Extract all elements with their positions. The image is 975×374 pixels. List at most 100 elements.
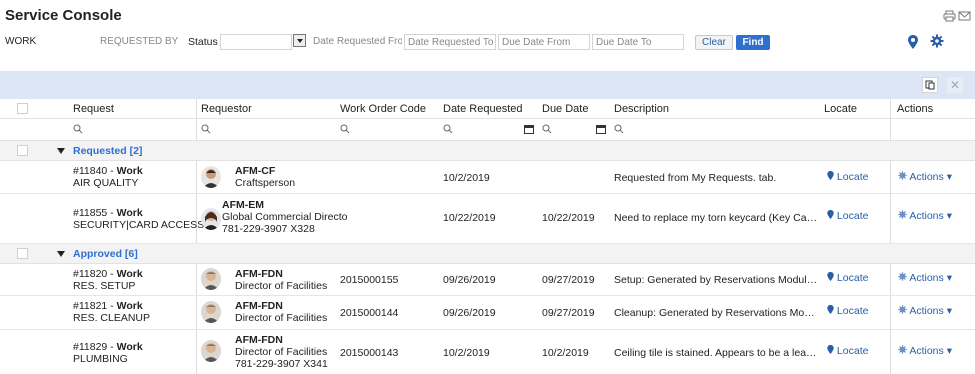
requestor-phone: 781-229-3907 X328 xyxy=(222,223,315,235)
table-row[interactable]: #11840 - Work AIR QUALITY AFM-CF Craftsp… xyxy=(0,161,975,194)
date-requested-to-input[interactable]: Date Requested To xyxy=(404,34,496,50)
request-type: Work xyxy=(116,341,143,353)
avatar xyxy=(201,340,221,362)
grid-toolbar: ✕ xyxy=(0,71,975,99)
column-header-work-order-code[interactable]: Work Order Code xyxy=(340,99,426,119)
group-checkbox[interactable] xyxy=(17,145,28,156)
table-row[interactable]: #11829 - Work PLUMBING AFM-FDN Director … xyxy=(0,330,975,374)
search-icon[interactable] xyxy=(201,124,211,134)
requestor-role: Global Commercial Directo xyxy=(222,211,348,223)
calendar-icon[interactable] xyxy=(596,125,606,134)
due-date-cell: 09/27/2019 xyxy=(542,274,595,286)
search-icon[interactable] xyxy=(340,124,350,134)
locate-link[interactable]: Locate xyxy=(827,305,868,317)
request-cell: #11855 - Work SECURITY|CARD ACCESS xyxy=(73,207,205,231)
request-number[interactable]: #11820 xyxy=(73,268,107,280)
avatar xyxy=(201,208,221,230)
status-dropdown-button[interactable] xyxy=(293,34,306,47)
search-icon[interactable] xyxy=(542,124,552,134)
select-all-checkbox[interactable] xyxy=(17,103,28,114)
work-order-code-cell: 2015000143 xyxy=(340,347,399,359)
header-actions xyxy=(943,10,971,22)
search-icon[interactable] xyxy=(443,124,453,134)
description-cell: Requested from My Requests. tab. xyxy=(614,172,777,184)
request-cell: #11840 - Work AIR QUALITY xyxy=(73,165,143,189)
collapse-triangle-icon[interactable] xyxy=(57,148,65,154)
group-label[interactable]: Approved [6] xyxy=(73,248,138,260)
description-cell: Setup: Generated by Reservations Module.… xyxy=(614,274,819,286)
work-filter-input[interactable]: WORK xyxy=(5,34,93,50)
actions-menu[interactable]: Actions ▾ xyxy=(898,305,952,317)
column-header-request[interactable]: Request xyxy=(73,99,114,119)
collapse-triangle-icon[interactable] xyxy=(57,251,65,257)
date-requested-cell: 10/2/2019 xyxy=(443,172,490,184)
requested-by-input[interactable]: REQUESTED BY xyxy=(97,34,182,50)
table-row[interactable]: #11855 - Work SECURITY|CARD ACCESS AFM-E… xyxy=(0,194,975,244)
request-cell: #11820 - Work RES. SETUP xyxy=(73,268,143,292)
search-icon[interactable] xyxy=(73,124,83,134)
requestor-cell: AFM-FDN Director of Facilities xyxy=(235,268,327,292)
request-number[interactable]: #11840 xyxy=(73,165,107,177)
description-cell: Ceiling tile is stained. Appears to be a… xyxy=(614,347,819,359)
due-date-cell: 09/27/2019 xyxy=(542,307,595,319)
request-number[interactable]: #11855 xyxy=(73,207,107,219)
locate-link[interactable]: Locate xyxy=(827,210,868,222)
avatar xyxy=(201,301,221,323)
find-button[interactable]: Find xyxy=(736,35,770,50)
actions-menu[interactable]: Actions ▾ xyxy=(898,272,952,284)
requestor-role: Director of Facilities xyxy=(235,280,328,292)
status-select[interactable] xyxy=(220,34,292,50)
page-title: Service Console xyxy=(5,7,122,24)
requestor-cell: AFM-EM Global Commercial Directo 781-229… xyxy=(222,199,347,235)
request-number[interactable]: #11829 xyxy=(73,341,107,353)
actions-menu[interactable]: Actions ▾ xyxy=(898,345,952,357)
email-icon[interactable] xyxy=(958,10,971,22)
group-header-requested[interactable]: Requested [2] xyxy=(0,141,975,161)
column-header-row: Request Requestor Work Order Code Date R… xyxy=(0,99,975,119)
column-header-due-date[interactable]: Due Date xyxy=(542,99,588,119)
date-requested-cell: 10/2/2019 xyxy=(443,347,490,359)
requestor-cell: AFM-FDN Director of Facilities xyxy=(235,300,327,324)
requestor-cell: AFM-CF Craftsperson xyxy=(235,165,295,189)
gear-icon[interactable] xyxy=(930,34,944,51)
column-header-requestor[interactable]: Requestor xyxy=(201,99,252,119)
group-label[interactable]: Requested [2] xyxy=(73,145,142,157)
group-checkbox[interactable] xyxy=(17,248,28,259)
due-date-from-input[interactable]: Due Date From xyxy=(498,34,590,50)
date-requested-cell: 10/22/2019 xyxy=(443,212,496,224)
export-button[interactable] xyxy=(922,77,938,93)
request-type: Work xyxy=(116,207,143,219)
date-requested-from-input[interactable]: Date Requested Fror xyxy=(310,34,402,50)
request-category: PLUMBING xyxy=(73,353,128,365)
work-order-code-cell: 2015000155 xyxy=(340,274,399,286)
print-icon[interactable] xyxy=(943,10,956,22)
requestor-code: AFM-EM xyxy=(222,199,264,211)
actions-menu[interactable]: Actions ▾ xyxy=(898,171,952,183)
requestor-role: Director of Facilities xyxy=(235,312,328,324)
search-icon[interactable] xyxy=(614,124,624,134)
map-pin-icon[interactable] xyxy=(908,35,918,52)
table-row[interactable]: #11820 - Work RES. SETUP AFM-FDN Directo… xyxy=(0,264,975,296)
column-header-locate[interactable]: Locate xyxy=(824,99,857,119)
locate-link[interactable]: Locate xyxy=(827,171,868,183)
requestor-code: AFM-CF xyxy=(235,165,276,177)
request-type: Work xyxy=(116,300,143,312)
requestor-code: AFM-FDN xyxy=(235,334,283,346)
group-header-approved[interactable]: Approved [6] xyxy=(0,244,975,264)
calendar-icon[interactable] xyxy=(524,125,534,134)
column-header-actions[interactable]: Actions xyxy=(897,99,933,119)
close-icon[interactable]: ✕ xyxy=(947,77,963,93)
requestor-role: Director of Facilities xyxy=(235,346,328,358)
column-header-description[interactable]: Description xyxy=(614,99,669,119)
request-type: Work xyxy=(116,268,143,280)
due-date-to-input[interactable]: Due Date To xyxy=(592,34,684,50)
request-category: RES. SETUP xyxy=(73,280,136,292)
locate-link[interactable]: Locate xyxy=(827,272,868,284)
request-number[interactable]: #11821 xyxy=(73,300,107,312)
locate-link[interactable]: Locate xyxy=(827,345,868,357)
clear-button[interactable]: Clear xyxy=(695,35,733,50)
column-header-date-requested[interactable]: Date Requested xyxy=(443,99,523,119)
actions-menu[interactable]: Actions ▾ xyxy=(898,210,952,222)
table-row[interactable]: #11821 - Work RES. CLEANUP AFM-FDN Direc… xyxy=(0,296,975,330)
requestor-cell: AFM-FDN Director of Facilities 781-229-3… xyxy=(235,334,328,370)
